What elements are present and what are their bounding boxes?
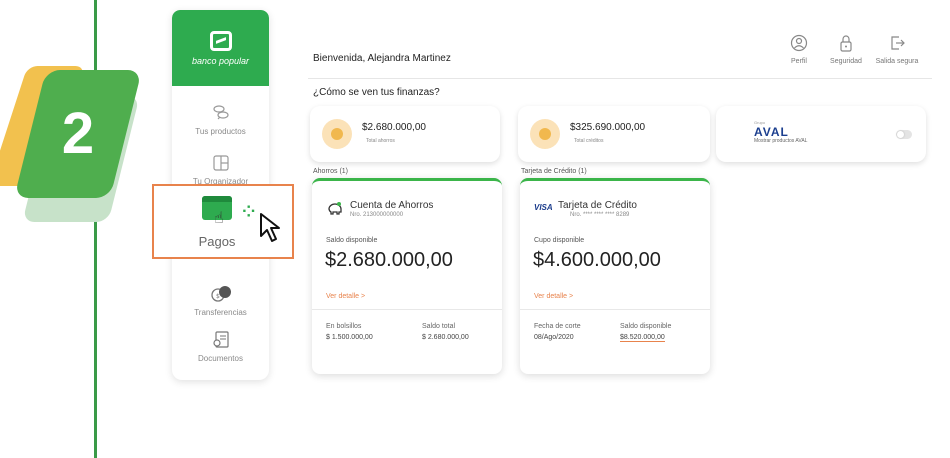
view-detail-link[interactable]: Ver detalle >: [326, 293, 365, 300]
credit-card-card[interactable]: VISA Tarjeta de Crédito Nro. **** **** *…: [520, 178, 710, 374]
savings-section-label: Ahorros (1): [313, 168, 349, 175]
profile-label: Perfil: [791, 58, 807, 65]
credit-total-card[interactable]: $325.690.000,00 Total créditos: [518, 106, 710, 162]
card-number: Nro. **** **** **** 8289: [570, 212, 630, 218]
sidebar-item-label: Documentos: [198, 353, 243, 363]
profile-button[interactable]: Perfil: [774, 34, 824, 65]
available-credit: $4.600.000,00: [533, 249, 661, 271]
svg-text:$: $: [216, 293, 220, 300]
click-sparkle-icon: ⁘: [242, 204, 256, 221]
sidebar-item-productos[interactable]: Tus productos: [172, 94, 269, 144]
transfer-icon: $: [210, 284, 232, 306]
sidebar-item-label: Transferencias: [194, 307, 247, 317]
sidebar-item-label: Tus productos: [195, 126, 246, 136]
security-button[interactable]: Seguridad: [821, 34, 871, 65]
account-name: Cuenta de Ahorros: [350, 200, 434, 211]
savings-total-card[interactable]: $2.680.000,00 Total ahorros: [310, 106, 500, 162]
aval-card: Grupo AVAL Mostrar productos AVAL: [716, 106, 926, 162]
total-balance-value: $ 2.680.000,00: [422, 334, 469, 341]
savings-total-label: Total ahorros: [366, 138, 395, 144]
aval-logo-text: AVAL: [754, 125, 789, 139]
piggy-bank-icon: [322, 119, 352, 149]
bank-logo-icon: [209, 30, 232, 51]
aval-toggle-label: Mostrar productos AVAL: [754, 138, 808, 144]
available-balance: $2.680.000,00: [325, 249, 453, 271]
organizer-icon: [211, 153, 231, 175]
savings-total-amount: $2.680.000,00: [362, 122, 426, 133]
security-label: Seguridad: [830, 58, 862, 65]
aval-toggle[interactable]: [896, 130, 912, 139]
card-divider: [312, 309, 502, 310]
user-icon: [774, 34, 824, 54]
mouse-cursor-icon: [260, 213, 280, 242]
header-divider: [308, 78, 932, 79]
guide-line: [94, 0, 97, 458]
pockets-value: $ 1.500.000,00: [326, 334, 373, 341]
document-icon: [211, 330, 231, 352]
available-balance-value: $8.520.000,00: [620, 334, 665, 342]
sidebar-item-transferencias[interactable]: $ Transferencias: [172, 280, 269, 320]
pockets-label: En bolsillos: [326, 323, 362, 330]
available-balance-label: Saldo disponible: [620, 323, 672, 330]
logout-button[interactable]: Salida segura: [872, 34, 922, 65]
welcome-text: Bienvenida, Alejandra Martinez: [313, 53, 451, 64]
credit-total-label: Total créditos: [574, 138, 604, 144]
main-content: Bienvenida, Alejandra Martinez Perfil Se…: [300, 10, 940, 458]
brand-header[interactable]: banco popular: [172, 10, 269, 86]
card-name: Tarjeta de Crédito: [558, 200, 637, 211]
cutoff-date-label: Fecha de corte: [534, 323, 581, 330]
hand-pointer-icon: ☝: [214, 210, 224, 227]
sidebar-item-documentos[interactable]: Documentos: [172, 326, 269, 366]
top-bar: Bienvenida, Alejandra Martinez Perfil Se…: [300, 10, 940, 78]
credit-card-icon: [530, 119, 560, 149]
sidebar-item-pagos[interactable]: ☝ Pagos ⁘: [152, 184, 294, 259]
visa-logo: VISA: [534, 203, 553, 212]
cutoff-date-value: 08/Ago/2020: [534, 334, 574, 341]
card-divider: [520, 309, 710, 310]
savings-account-card[interactable]: Cuenta de Ahorros Nro. 213000000000 Sald…: [312, 178, 502, 374]
credit-section-label: Tarjeta de Crédito (1): [521, 168, 587, 175]
logout-label: Salida segura: [875, 58, 919, 65]
available-balance-label: Saldo disponible: [326, 237, 378, 244]
total-balance-label: Saldo total: [422, 323, 456, 330]
view-detail-link[interactable]: Ver detalle >: [534, 293, 573, 300]
logout-icon: [872, 34, 922, 54]
account-number: Nro. 213000000000: [350, 212, 404, 218]
coins-icon: [211, 103, 231, 125]
credit-total-amount: $325.690.000,00: [570, 122, 646, 133]
available-credit-label: Cupo disponible: [534, 237, 585, 244]
finances-title: ¿Cómo se ven tus finanzas?: [313, 87, 440, 98]
lock-icon: [821, 34, 871, 54]
brand-name: banco popular: [191, 55, 250, 66]
step-number: 2: [61, 101, 95, 166]
piggy-bank-icon: [326, 201, 344, 220]
aval-logo: Grupo AVAL: [754, 120, 789, 139]
